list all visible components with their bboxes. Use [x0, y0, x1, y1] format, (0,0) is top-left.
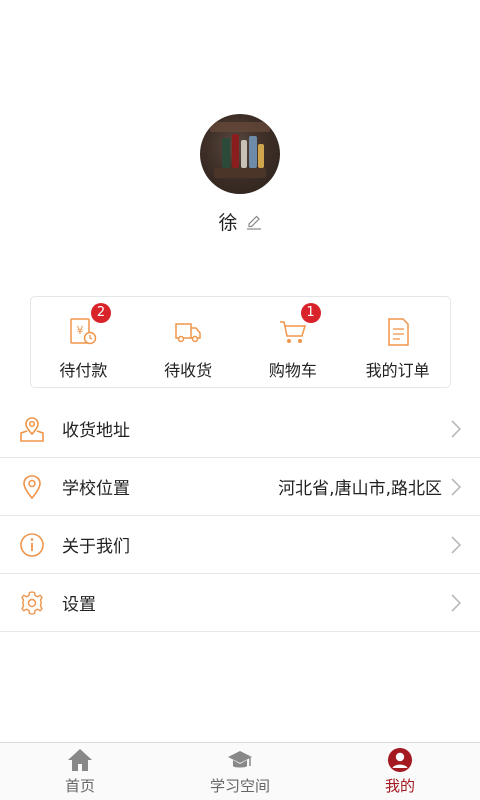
tab-study-space[interactable]: 学习空间 [160, 743, 320, 800]
avatar[interactable] [200, 114, 280, 194]
settings-menu: 收货地址 学校位置 河北省,唐山市,路北区 关于我们 设置 [0, 400, 480, 632]
tab-home[interactable]: 首页 [0, 743, 160, 800]
cart-badge: 1 [300, 303, 321, 323]
order-label: 我的订单 [365, 361, 430, 380]
tab-mine[interactable]: 我的 [320, 743, 480, 800]
chevron-right-icon [451, 535, 462, 554]
chevron-right-icon [451, 419, 462, 438]
menu-label: 关于我们 [62, 537, 130, 557]
order-label: 购物车 [268, 361, 317, 380]
profile-page: 徐 ¥ 2 待付款 待收货 1 购物车 我的订单 收货地址 学校位置 河北省,唐… [0, 0, 480, 800]
menu-about-us[interactable]: 关于我们 [0, 516, 480, 574]
map-pin-icon [20, 416, 44, 442]
tab-label: 学习空间 [209, 777, 270, 795]
cart-icon [279, 321, 306, 343]
info-icon [20, 532, 44, 557]
menu-school-location[interactable]: 学校位置 河北省,唐山市,路北区 [0, 458, 480, 516]
home-icon [68, 749, 92, 771]
pending-payment-badge: 2 [91, 303, 111, 323]
bottom-tab-bar: 首页 学习空间 我的 [0, 742, 480, 800]
order-label: 待付款 [59, 361, 108, 380]
menu-label: 学校位置 [62, 479, 130, 499]
tab-label: 我的 [384, 777, 415, 795]
svg-text:¥: ¥ [77, 324, 84, 337]
menu-shipping-address[interactable]: 收货地址 [0, 400, 480, 458]
location-icon [23, 474, 41, 499]
profile-header: 徐 [0, 114, 480, 235]
payment-pending-icon: ¥ [70, 318, 97, 345]
edit-icon[interactable] [246, 214, 262, 230]
gear-icon [21, 590, 43, 615]
graduation-cap-icon [228, 751, 252, 768]
order-pending-payment[interactable]: ¥ 2 待付款 [31, 297, 136, 387]
order-list-icon [387, 318, 409, 346]
chevron-right-icon [451, 477, 462, 496]
orders-card: ¥ 2 待付款 待收货 1 购物车 我的订单 [30, 296, 451, 388]
truck-icon [175, 323, 201, 343]
menu-label: 设置 [62, 595, 96, 615]
user-icon [388, 748, 412, 772]
order-cart[interactable]: 1 购物车 [241, 297, 346, 387]
tab-label: 首页 [64, 777, 95, 795]
order-label: 待收货 [164, 361, 213, 380]
school-location-value: 河北省,唐山市,路北区 [278, 479, 442, 499]
menu-settings[interactable]: 设置 [0, 574, 480, 632]
order-pending-delivery[interactable]: 待收货 [136, 297, 241, 387]
user-name: 徐 [218, 212, 238, 234]
order-my-orders[interactable]: 我的订单 [345, 297, 450, 387]
menu-label: 收货地址 [62, 421, 130, 441]
chevron-right-icon [451, 593, 462, 612]
